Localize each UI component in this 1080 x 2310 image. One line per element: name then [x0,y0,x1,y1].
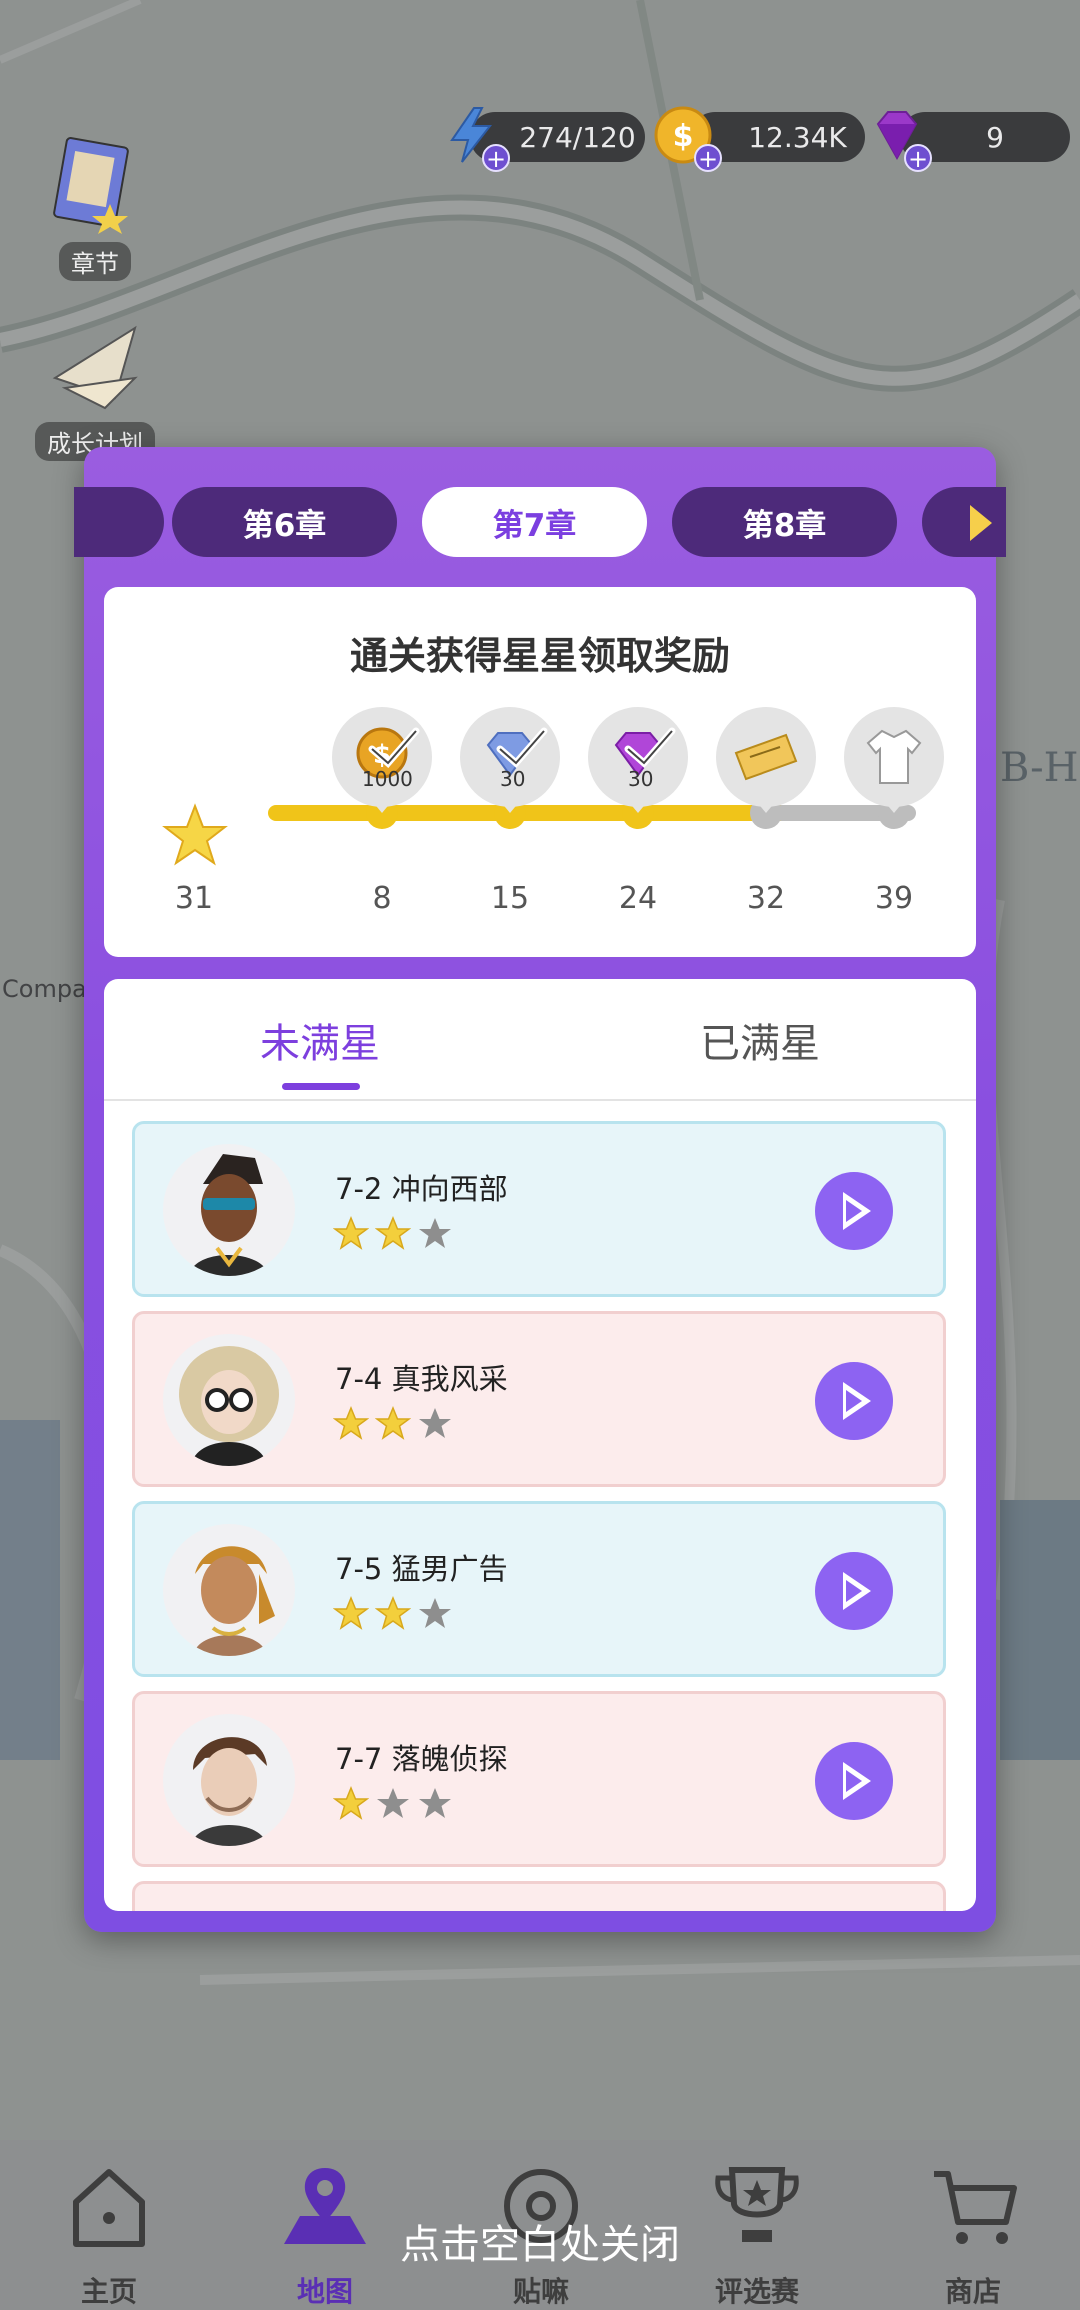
star-filled-icon [333,1786,369,1820]
reward-amount-24: 30 [628,767,654,791]
chapter-tab-prev[interactable]: 第6章 [172,487,397,557]
book-icon [53,137,129,234]
nav-post-label: 贴嘛 [512,2275,569,2308]
milestone-reward-15[interactable]: 30 [460,707,560,813]
ticket-reward-icon [734,733,798,781]
check-icon [496,727,548,768]
nav-contest-label: 评选赛 [714,2275,799,2308]
level-item-partial[interactable] [132,1881,946,1911]
chapter-side-label: 章节 [59,242,131,281]
energy-plus-button[interactable]: + [482,144,510,172]
star-empty-icon [419,1598,451,1628]
play-button[interactable] [815,1172,893,1250]
star-filled-icon [333,1596,369,1630]
level-stars [333,1596,453,1632]
avatar [163,1144,295,1276]
growth-plan-side-button[interactable]: 成长计划 [30,318,160,461]
star-reward-card: 通关获得星星领取奖励 31 8 $ 1000 15 30 24 30 32 39 [104,587,976,957]
star-empty-icon [377,1788,409,1818]
tab-full-stars[interactable]: 已满星 [700,1011,820,1069]
chapter-selector: 第6章 第7章 第8章 [74,487,1006,561]
star-icon [162,803,228,866]
reward-amount-8: 1000 [362,767,413,791]
paper-plane-icon [52,325,138,410]
level-item[interactable]: 7-2 冲向西部 [132,1121,946,1297]
level-name: 7-4 真我风采 [335,1362,508,1396]
star-empty-icon [419,1408,451,1438]
level-name: 7-7 落魄侦探 [335,1742,508,1776]
star-filled-icon [333,1406,369,1440]
milestone-label-39: 39 [874,881,914,916]
level-item[interactable]: 7-5 猛男广告 [132,1501,946,1677]
star-empty-icon [419,1218,451,1248]
gem-plus-button[interactable]: + [904,144,932,172]
level-item[interactable]: 7-7 落魄侦探 [132,1691,946,1867]
active-tab-indicator [282,1083,360,1090]
play-button[interactable] [815,1742,893,1820]
check-icon [624,727,676,768]
avatar [163,1334,295,1466]
star-filled-icon [375,1406,411,1440]
reward-title: 通关获得星星领取奖励 [349,634,730,678]
chapter-tab-partial-right[interactable] [922,487,1006,557]
level-stars [333,1786,453,1822]
svg-text:$: $ [673,119,694,154]
progress-track-filled [268,805,788,821]
play-button[interactable] [815,1362,893,1440]
chapter-star-dialog: 第6章 第7章 第8章 通关获得星星领取奖励 31 8 $ 1000 15 30… [74,447,1006,1932]
energy-value: 274/120 [519,120,636,154]
star-empty-icon [419,1788,451,1818]
play-button[interactable] [815,1552,893,1630]
level-stars [333,1406,453,1442]
milestone-reward-24[interactable]: 30 [588,707,688,813]
current-star-count: 31 [174,881,214,916]
milestone-label-8: 8 [372,881,392,916]
check-icon [368,727,420,768]
chapter-tab-partial-left[interactable] [74,487,164,557]
level-list-card: 未满星 已满星 7-2 冲向西部 7-4 真我风采 7-5 猛男广告 7-7 落… [104,979,976,1911]
milestone-label-24: 24 [618,881,658,916]
level-item[interactable]: 7-4 真我风采 [132,1311,946,1487]
nav-shop-label: 商店 [944,2275,1001,2308]
nav-map-label: 地图 [296,2275,353,2308]
avatar [163,1714,295,1846]
chapter-tab-next[interactable]: 第8章 [672,487,897,557]
milestone-label-32: 32 [746,881,786,916]
level-name: 7-2 冲向西部 [335,1172,508,1206]
star-filled-icon [375,1216,411,1250]
star-filled-icon [375,1596,411,1630]
tshirt-reward-icon [866,729,922,784]
gem-value: 9 [986,120,1004,154]
level-stars [333,1216,453,1252]
close-hint-text: 点击空白处关闭 [400,2222,680,2268]
tab-divider [104,1099,976,1101]
milestone-reward-32[interactable] [716,707,816,813]
chapter-side-button[interactable]: 章节 [30,134,160,281]
coin-value: 12.34K [748,120,847,154]
tab-unfull-stars[interactable]: 未满星 [260,1011,380,1069]
coin-plus-button[interactable]: + [694,144,722,172]
chapter-tab-current[interactable]: 第7章 [422,487,647,557]
milestone-reward-8[interactable]: $ 1000 [332,707,432,813]
star-filled-icon [333,1216,369,1250]
next-chapter-arrow[interactable] [970,505,992,541]
level-name: 7-5 猛男广告 [335,1552,508,1586]
milestone-label-15: 15 [490,881,530,916]
milestone-reward-39[interactable] [844,707,944,813]
avatar [163,1524,295,1656]
nav-home-label: 主页 [80,2275,137,2308]
reward-amount-15: 30 [500,767,526,791]
